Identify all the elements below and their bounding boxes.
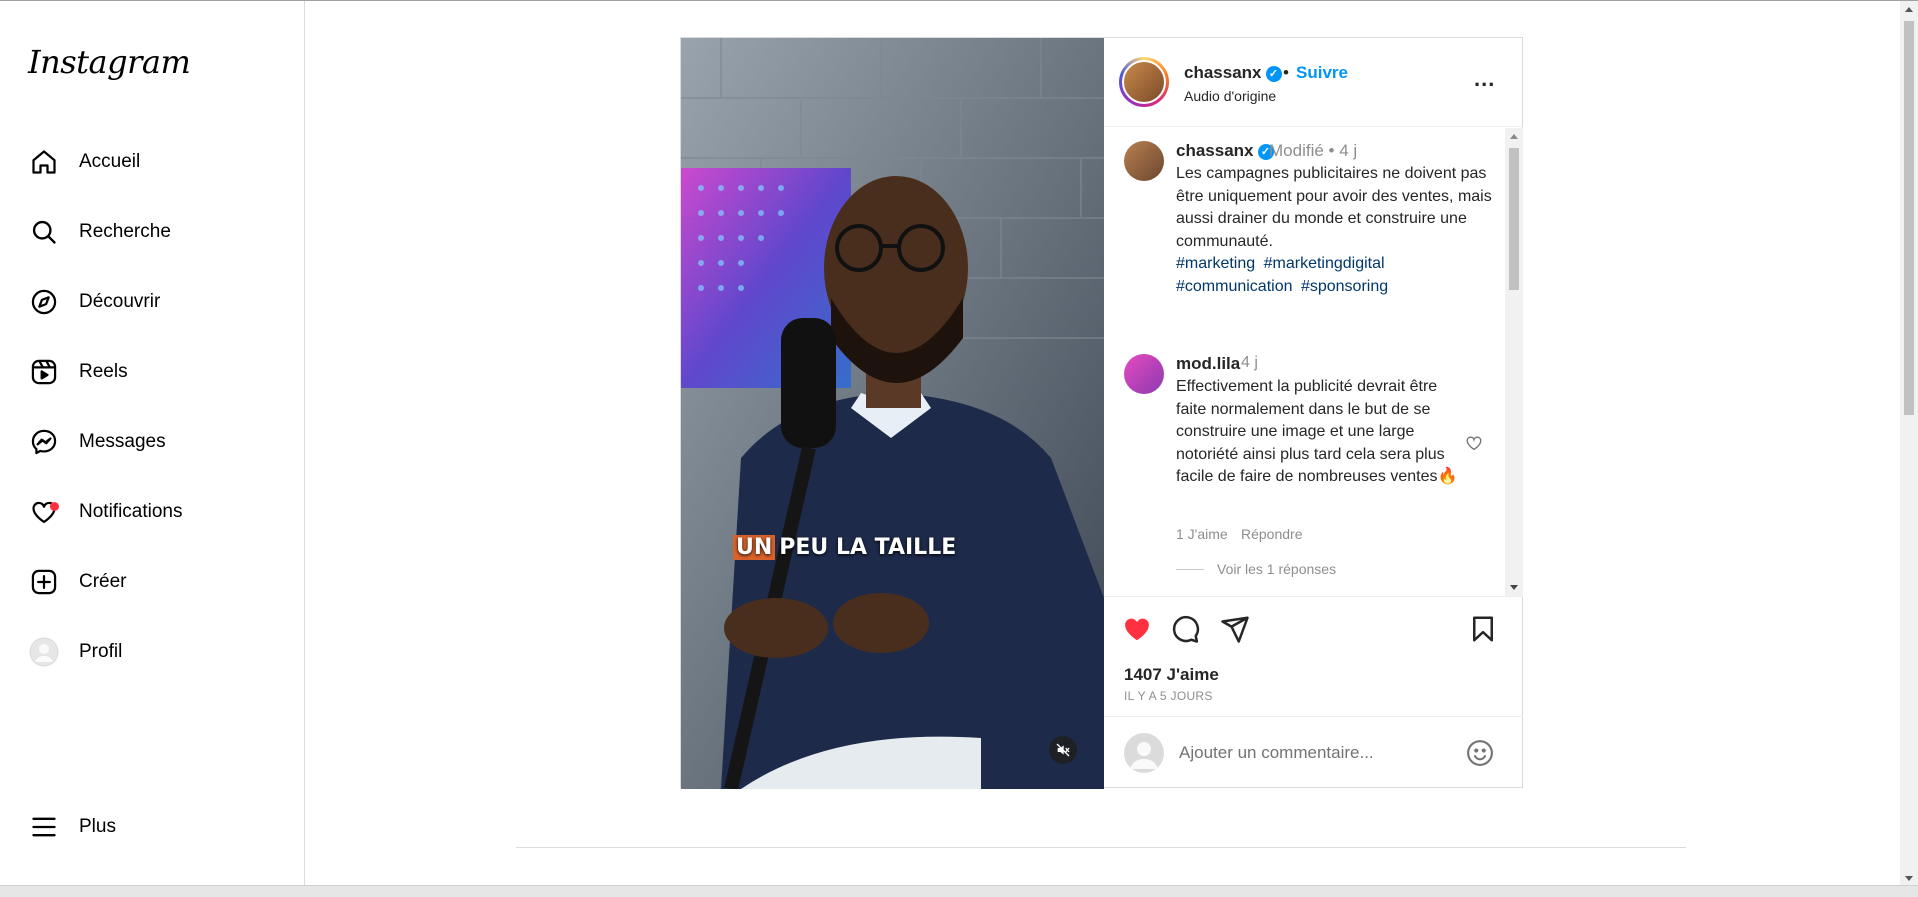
caption-author-username[interactable]: chassanx ✓	[1176, 141, 1274, 161]
bookmark-icon	[1473, 616, 1493, 642]
sidebar-item-profile[interactable]: Profil	[28, 628, 288, 676]
sidebar-item-label: Notifications	[79, 501, 183, 522]
sidebar-item-explore[interactable]: Découvrir	[28, 278, 288, 326]
save-button[interactable]	[1468, 614, 1498, 649]
commenter-username[interactable]: mod.lila	[1176, 354, 1240, 374]
caption-meta: Modifié • 4 j	[1269, 141, 1358, 160]
sidebar-item-messages[interactable]: Messages	[28, 418, 288, 466]
comment-likes[interactable]: 1 J'aime	[1176, 526, 1228, 542]
heart-filled-icon	[1125, 618, 1149, 641]
send-icon	[1221, 616, 1249, 643]
scrollbar-thumb[interactable]	[1904, 21, 1914, 415]
current-user-avatar	[1124, 733, 1164, 773]
instagram-logo[interactable]: Instagram	[28, 43, 191, 81]
menu-icon	[28, 811, 60, 843]
scroll-down-icon[interactable]	[1510, 585, 1518, 590]
post-modal: UN PEU LA TAILLE chassanx ✓ • Suivre Audi…	[680, 37, 1523, 789]
sidebar-item-label: Messages	[79, 431, 166, 452]
mute-icon	[1056, 743, 1070, 757]
hashtag-link[interactable]: #marketingdigital	[1264, 255, 1385, 272]
comment-like-button[interactable]	[1465, 434, 1483, 457]
scroll-up-icon[interactable]	[1510, 134, 1518, 139]
subtitle-text: PEU LA TAILLE	[779, 535, 957, 560]
hashtag-link[interactable]: #sponsoring	[1301, 278, 1388, 295]
sidebar-item-label: Profil	[79, 641, 123, 662]
sidebar-item-reels[interactable]: Reels	[28, 348, 288, 396]
caption-author-avatar[interactable]	[1124, 141, 1164, 181]
author-username[interactable]: chassanx ✓	[1184, 63, 1282, 83]
sidebar-item-label: Découvrir	[79, 291, 161, 312]
commenter-avatar[interactable]	[1124, 354, 1164, 394]
home-icon	[28, 146, 60, 178]
caption-text: Les campagnes publicitaires ne doivent p…	[1176, 165, 1492, 250]
taskbar	[0, 885, 1918, 897]
scroll-up-icon[interactable]	[1905, 7, 1913, 12]
mute-button[interactable]	[1049, 736, 1077, 764]
replies-divider	[1176, 569, 1204, 570]
post-video[interactable]: UN PEU LA TAILLE	[681, 38, 1104, 789]
verified-badge-icon: ✓	[1265, 66, 1282, 82]
more-options-icon[interactable]: ...	[1474, 66, 1495, 92]
original-audio-link[interactable]: Audio d'origine	[1184, 88, 1276, 104]
compass-icon	[28, 286, 60, 318]
scroll-down-icon[interactable]	[1905, 876, 1913, 881]
follow-button[interactable]: Suivre	[1296, 63, 1348, 83]
search-icon	[28, 216, 60, 248]
plus-square-icon	[28, 566, 60, 598]
emoji-icon	[1467, 740, 1493, 766]
video-frame	[681, 38, 1104, 789]
messenger-icon	[28, 426, 60, 458]
like-button[interactable]	[1122, 614, 1152, 649]
sidebar-item-more[interactable]: Plus	[28, 803, 288, 851]
emoji-button[interactable]	[1465, 738, 1495, 773]
comment-icon	[1172, 615, 1200, 643]
view-replies-button[interactable]: Voir les 1 réponses	[1217, 561, 1336, 577]
comment-button[interactable]	[1170, 614, 1200, 649]
sidebar-item-label: Reels	[79, 361, 128, 382]
sidebar-item-label: Plus	[79, 816, 116, 837]
sidebar-item-notifications[interactable]: Notifications	[28, 488, 288, 536]
sidebar-item-label: Accueil	[79, 151, 141, 172]
sidebar-item-search[interactable]: Recherche	[28, 208, 288, 256]
sidebar-item-label: Recherche	[79, 221, 171, 242]
hashtags: #marketing #marketingdigital #communicat…	[1176, 253, 1494, 298]
comment-text: Effectivement la publicité devrait être …	[1176, 378, 1458, 485]
post-actions: 1407 J'aime IL Y A 5 JOURS	[1104, 596, 1523, 716]
post-details-panel: chassanx ✓ • Suivre Audio d'origine ... c…	[1104, 38, 1523, 789]
feed-divider	[516, 847, 1686, 848]
hashtag-link[interactable]: #communication	[1176, 278, 1293, 295]
separator-dot: •	[1283, 63, 1289, 82]
heart-icon	[28, 496, 60, 528]
add-comment-bar	[1104, 716, 1523, 789]
heart-icon	[1466, 436, 1482, 451]
post-date: IL Y A 5 JOURS	[1124, 689, 1213, 703]
sidebar-item-label: Créer	[79, 571, 127, 592]
post-header: chassanx ✓ • Suivre Audio d'origine ...	[1104, 38, 1523, 127]
window-scrollbar[interactable]	[1900, 1, 1918, 885]
subtitle-highlight: UN	[733, 535, 776, 560]
page: Instagram Accueil Recherche Découvrir Re…	[0, 0, 1918, 897]
likes-count[interactable]: 1407 J'aime	[1124, 665, 1219, 685]
comment-input[interactable]	[1179, 740, 1449, 766]
comments-scrollbar[interactable]	[1505, 128, 1523, 596]
avatar	[28, 636, 60, 668]
reply-button[interactable]: Répondre	[1241, 526, 1303, 542]
share-button[interactable]	[1220, 614, 1250, 649]
sidebar: Instagram Accueil Recherche Découvrir Re…	[0, 1, 305, 885]
video-subtitle: UN PEU LA TAILLE	[733, 535, 956, 560]
sidebar-item-create[interactable]: Créer	[28, 558, 288, 606]
comment-time: 4 j	[1241, 354, 1258, 371]
hashtag-link[interactable]: #marketing	[1176, 255, 1255, 272]
reels-icon	[28, 356, 60, 388]
sidebar-item-home[interactable]: Accueil	[28, 138, 288, 186]
author-avatar[interactable]	[1119, 57, 1169, 107]
notification-badge	[50, 502, 59, 511]
scrollbar-thumb[interactable]	[1509, 148, 1519, 290]
comments-section[interactable]: chassanx ✓ Modifié • 4 j Les campagnes pu…	[1104, 128, 1523, 596]
